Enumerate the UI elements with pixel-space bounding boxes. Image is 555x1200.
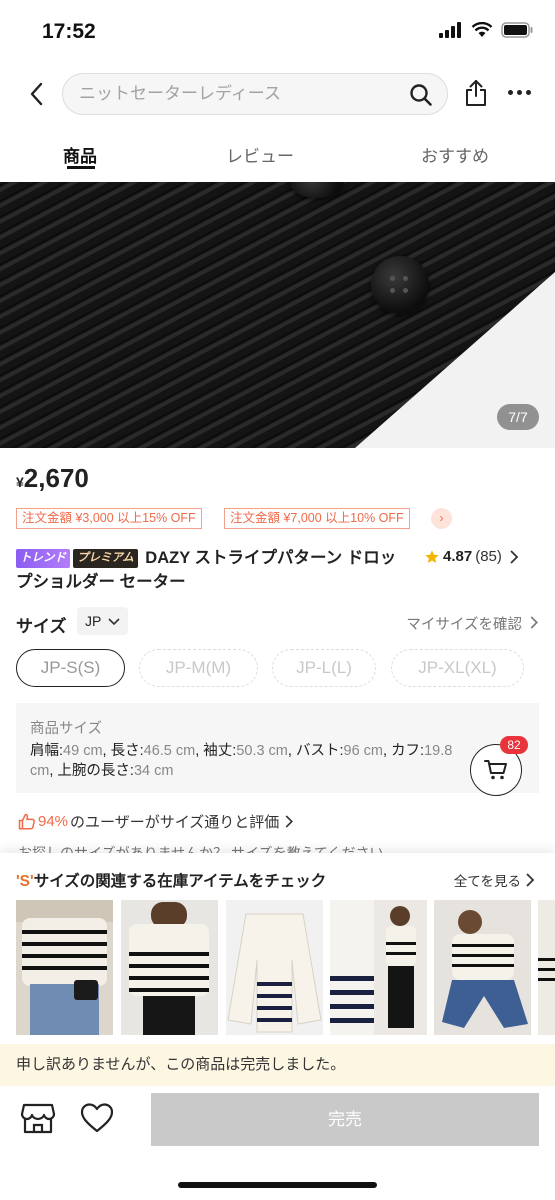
product-price: ¥2,670: [16, 463, 89, 494]
search-icon[interactable]: [409, 83, 433, 107]
related-item-thumbnail[interactable]: [434, 900, 531, 1035]
measurements-text: 肩幅:49 cm, 長さ:46.5 cm, 袖丈:50.3 cm, バスト:96…: [30, 743, 453, 779]
measure-key: 上腕の長さ:: [57, 763, 134, 779]
sold-out-button[interactable]: 完売: [151, 1093, 539, 1146]
rating-summary[interactable]: 4.87 (85): [424, 548, 519, 565]
more-options-icon[interactable]: [508, 90, 531, 95]
sold-out-notice: 申し訳ありませんが、この商品は完売しました。: [0, 1044, 555, 1086]
measure-value: 50.3 cm: [236, 743, 288, 759]
trend-badge: トレンド: [16, 549, 70, 568]
size-measurements: 商品サイズ 肩幅:49 cm, 長さ:46.5 cm, 袖丈:50.3 cm, …: [16, 703, 539, 793]
store-icon[interactable]: [20, 1101, 56, 1135]
related-item-thumbnail[interactable]: [226, 900, 323, 1035]
size-unit-value: JP: [85, 613, 102, 629]
chevron-right-icon: [526, 873, 535, 887]
size-option-m[interactable]: JP-M(M): [139, 649, 258, 687]
measure-value: 96 cm: [343, 743, 384, 759]
size-row: サイズ JP マイサイズを確認: [16, 607, 539, 636]
battery-icon: [501, 22, 533, 38]
currency-symbol: ¥: [16, 474, 24, 490]
status-icons: [439, 22, 533, 38]
product-photo: [121, 900, 218, 1035]
measure-key: 袖丈:: [203, 743, 237, 759]
chevron-right-icon: [510, 549, 519, 564]
my-size-link[interactable]: マイサイズを確認: [406, 613, 539, 634]
wifi-icon: [471, 22, 493, 37]
product-image[interactable]: [0, 182, 555, 448]
cart-icon: [484, 760, 507, 780]
status-time: 17:52: [42, 20, 96, 43]
related-item-thumbnail[interactable]: [121, 900, 218, 1035]
sweater-button: [371, 256, 429, 314]
size-option-s[interactable]: JP-S(S): [16, 649, 125, 687]
product-photo: [330, 900, 427, 1035]
status-bar: 17:52: [0, 0, 555, 64]
product-photo: [538, 900, 555, 1035]
price-amount: 2,670: [23, 463, 89, 493]
my-size-link-label: マイサイズを確認: [406, 617, 522, 633]
search-box[interactable]: [62, 73, 448, 115]
related-item-thumbnail[interactable]: [16, 900, 113, 1035]
related-items-title: 'S'サイズの関連する在庫アイテムをチェック: [16, 869, 326, 891]
signal-icon: [439, 22, 461, 38]
fit-rating-link[interactable]: 94% のユーザーがサイズ通りと評価: [18, 811, 294, 832]
see-all-link[interactable]: 全てを見る: [454, 870, 535, 890]
thumbs-up-icon: [18, 813, 35, 829]
top-nav: [0, 64, 555, 124]
chevron-right-icon: [285, 815, 294, 828]
measurements-title: 商品サイズ: [30, 721, 103, 737]
star-icon: [425, 549, 439, 563]
related-items-sheet: 'S'サイズの関連する在庫アイテムをチェック 全てを見る 申し訳ありませんが、こ…: [0, 853, 555, 1200]
image-counter: 7/7: [497, 404, 539, 430]
home-indicator: [178, 1182, 377, 1188]
measure-key: 長さ:: [110, 743, 144, 759]
related-title-text: サイズの関連する在庫アイテムをチェック: [33, 873, 327, 890]
product-photo: [226, 900, 323, 1035]
product-photo: [16, 900, 113, 1035]
coupon-more-icon[interactable]: ›: [431, 508, 452, 529]
rating-value: 4.87: [443, 548, 473, 565]
related-item-thumbnail[interactable]: [538, 900, 555, 1035]
size-label: サイズ: [16, 617, 67, 636]
tab-reviews[interactable]: レビュー: [226, 142, 294, 167]
heart-icon[interactable]: [80, 1103, 114, 1133]
size-option-l[interactable]: JP-L(L): [272, 649, 376, 687]
tab-product[interactable]: 商品: [63, 142, 97, 167]
chevron-left-icon: [30, 82, 43, 106]
measure-value: 34 cm: [133, 763, 174, 779]
product-title-block: トレンド プレミアム DAZY ストライプパターン ドロップショルダー セーター: [16, 546, 412, 594]
measure-key: カフ:: [391, 743, 425, 759]
fit-percent: 94%: [38, 813, 69, 830]
related-item-thumbnail[interactable]: [330, 900, 427, 1035]
back-button[interactable]: [22, 78, 50, 110]
see-all-label: 全てを見る: [453, 874, 521, 889]
measure-key: 肩幅:: [30, 743, 64, 759]
tab-recommended[interactable]: おすすめ: [421, 142, 489, 167]
chevron-right-icon: [530, 616, 538, 629]
related-size-highlight: 'S': [16, 873, 34, 890]
measure-key: バスト:: [295, 743, 344, 759]
measure-value: 46.5 cm: [143, 743, 196, 759]
review-count: (85): [475, 548, 502, 565]
cart-count-badge: 82: [500, 736, 528, 754]
fit-text: のユーザーがサイズ通りと評価: [70, 814, 280, 831]
active-tab-indicator: [67, 166, 95, 169]
search-input[interactable]: [79, 74, 399, 114]
premium-badge: プレミアム: [73, 549, 138, 568]
product-photo: [434, 900, 531, 1035]
share-icon[interactable]: [464, 79, 488, 107]
coupon-tag[interactable]: 注文金額 ¥3,000 以上15% OFF: [16, 508, 202, 529]
chevron-down-icon: [108, 618, 120, 626]
coupon-tag[interactable]: 注文金額 ¥7,000 以上10% OFF: [224, 508, 410, 529]
size-option-xl[interactable]: JP-XL(XL): [391, 649, 524, 687]
product-tabs: 商品 レビュー おすすめ: [0, 130, 555, 180]
size-unit-select[interactable]: JP: [77, 607, 128, 635]
measure-value: 49 cm: [63, 743, 103, 759]
